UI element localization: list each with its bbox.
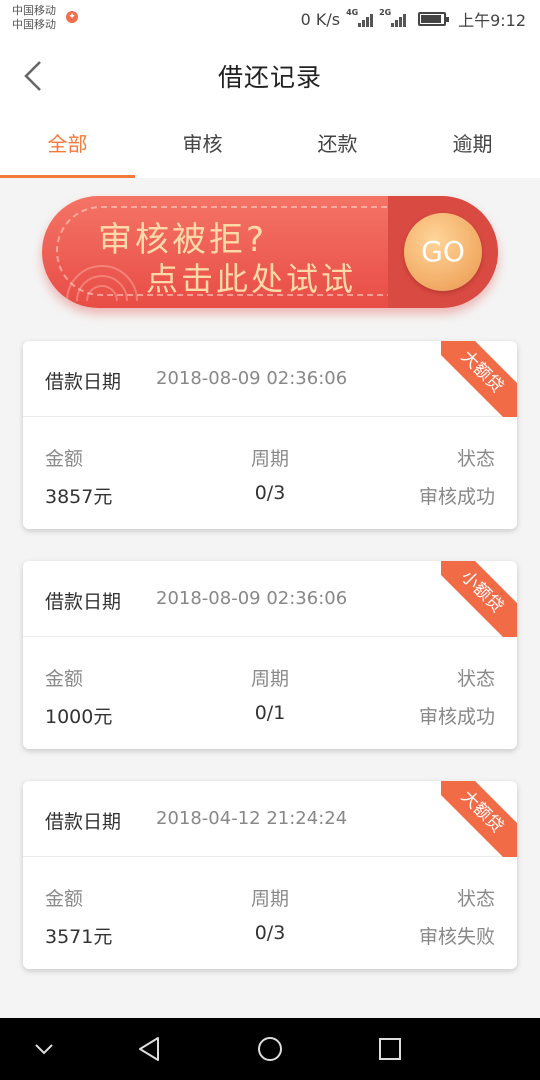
status-value: 审核成功 [418,486,495,508]
signal-4g-icon: 4G [346,8,374,27]
page-title: 借还记录 [217,63,322,92]
filter-tabs: 全部 审核 还款 逾期 [0,114,540,178]
loan-date-label: 借款日期 [45,811,122,833]
status-value: 审核成功 [418,706,495,728]
loan-record-card[interactable]: 借款日期 2018-08-09 02:36:06 大额贷 金额 周期 状态 38… [23,341,517,529]
status-label: 状态 [456,448,495,470]
loan-date-label: 借款日期 [45,591,122,613]
loan-type-label: 大额贷 [441,341,517,417]
banner-subline: 点击此处试试 [146,260,357,298]
nav-home-button[interactable] [240,1018,300,1080]
period-label: 周期 [250,888,289,910]
loan-record-card[interactable]: 借款日期 2018-08-09 02:36:06 小额贷 金额 周期 状态 10… [23,561,517,749]
status-label: 状态 [456,668,495,690]
period-label: 周期 [250,448,289,470]
nav-recents-button[interactable] [360,1018,420,1080]
system-nav-bar [0,1018,540,1080]
back-triangle-icon [139,1037,159,1061]
banner-go-area: GO [388,196,498,308]
loan-date-label: 借款日期 [45,371,122,393]
app-header: 借还记录 [0,38,540,114]
net-speed: 0 K/s [300,9,341,29]
go-button[interactable]: GO [404,213,482,291]
notification-badge-icon: ✦ [66,11,78,23]
status-value: 审核失败 [418,926,495,948]
period-label: 周期 [250,668,289,690]
clock: 上午9:12 [458,11,526,30]
tab-review[interactable]: 审核 [135,114,270,178]
status-label: 状态 [456,888,495,910]
signal-2g-label: 2G [379,8,392,17]
loan-type-tag: 大额贷 [441,341,517,417]
loan-date-value: 2018-08-09 02:36:06 [156,588,348,609]
loan-type-label: 小额贷 [441,561,517,637]
loan-date-value: 2018-04-12 21:24:24 [156,808,348,829]
loan-type-tag: 大额贷 [441,781,517,857]
signal-2g-icon: 2G [379,8,407,27]
recents-square-icon [379,1038,401,1060]
tab-all[interactable]: 全部 [0,114,135,178]
carrier-info: 中国移动 中国移动 [12,4,56,32]
battery-icon [418,12,450,26]
chevron-down-icon [35,1044,53,1055]
status-bar: 中国移动 中国移动 ✦ 0 K/s 4G 2G 上午9:12 [0,0,540,38]
tab-repayment[interactable]: 还款 [270,114,405,178]
carrier-name-1: 中国移动 [12,4,56,17]
carrier-name-2: 中国移动 [12,18,56,31]
loan-type-label: 大额贷 [441,781,517,857]
signal-4g-label: 4G [346,8,359,17]
tab-overdue[interactable]: 逾期 [405,114,540,178]
promo-banner[interactable]: 审核被拒? 点击此处试试 GO [42,196,498,308]
status-indicators: 0 K/s 4G 2G 上午9:12 [301,8,526,30]
loan-record-card[interactable]: 借款日期 2018-04-12 21:24:24 大额贷 金额 周期 状态 35… [23,781,517,969]
loan-type-tag: 小额贷 [441,561,517,637]
nav-back-button[interactable] [120,1018,180,1080]
home-circle-icon [258,1037,282,1061]
loan-date-value: 2018-08-09 02:36:06 [156,368,348,389]
nav-hide-button[interactable] [14,1018,74,1080]
